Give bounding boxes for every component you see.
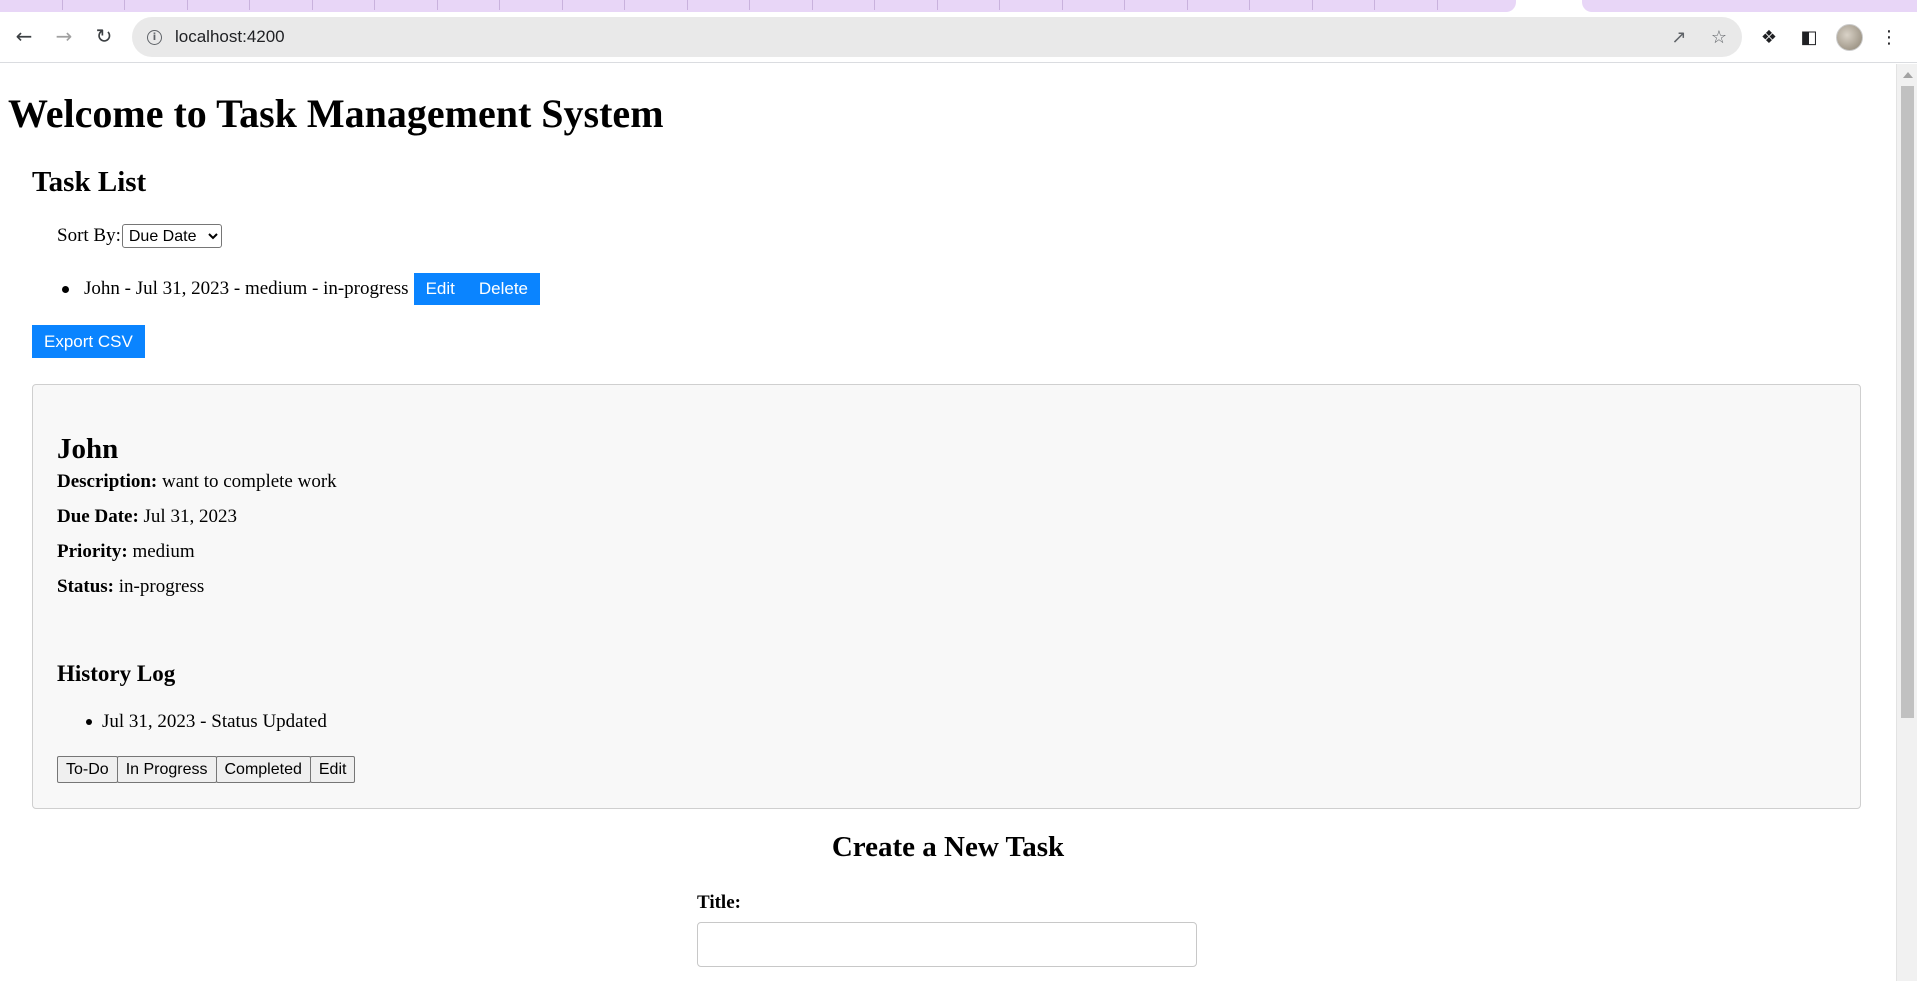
export-csv-button[interactable]: Export CSV <box>32 325 145 358</box>
task-detail-name: John <box>57 433 119 465</box>
task-list-heading: Task List <box>32 166 147 198</box>
tab-strip-background <box>0 0 1516 12</box>
task-list: John - Jul 31, 2023 - medium - in-progre… <box>60 273 540 305</box>
task-details-card: John Description: want to complete work … <box>32 384 1861 809</box>
page-scrollbar[interactable] <box>1896 64 1917 981</box>
page-content: Welcome to Task Management System Task L… <box>0 64 1896 981</box>
status-value: in-progress <box>118 576 205 597</box>
history-log-list: Jul 31, 2023 - Status Updated <box>57 711 327 733</box>
history-item-text: Jul 31, 2023 - Status Updated <box>102 711 327 732</box>
history-log-heading: History Log <box>57 661 176 686</box>
sort-control: Sort By: Due Date <box>57 224 222 248</box>
due-date-field: Due Date: Jul 31, 2023 <box>57 506 237 528</box>
task-summary: John - Jul 31, 2023 - medium - in-progre… <box>84 278 409 299</box>
browser-toolbar: ← → ↻ i localhost:4200 ↗ ☆ ❖ ◧ ⋮ <box>0 12 1917 63</box>
menu-kebab-icon[interactable]: ⋮ <box>1876 24 1902 50</box>
due-date-label: Due Date: <box>57 506 139 527</box>
create-task-heading: Create a New Task <box>831 831 1065 863</box>
site-info-icon[interactable]: i <box>147 30 162 45</box>
scroll-up-arrow-icon[interactable] <box>1903 72 1913 78</box>
status-label: Status: <box>57 576 115 597</box>
due-date-value: Jul 31, 2023 <box>143 506 237 527</box>
description-value: want to complete work <box>162 471 337 492</box>
bullet-icon <box>62 285 69 293</box>
profile-avatar[interactable] <box>1836 24 1863 51</box>
tab-strip <box>0 0 1917 12</box>
reload-icon[interactable]: ↻ <box>90 22 118 50</box>
sort-select[interactable]: Due Date <box>121 224 222 248</box>
scrollbar-thumb[interactable] <box>1901 86 1914 718</box>
description-label: Description: <box>57 471 158 492</box>
priority-value: medium <box>132 541 195 562</box>
in-progress-button[interactable]: In Progress <box>116 756 217 783</box>
todo-button[interactable]: To-Do <box>57 756 118 783</box>
side-panel-icon[interactable]: ◧ <box>1796 24 1822 50</box>
title-label: Title: <box>697 892 741 913</box>
address-bar[interactable]: i localhost:4200 ↗ ☆ <box>132 17 1742 57</box>
share-icon[interactable]: ↗ <box>1667 25 1691 49</box>
status-button-group: To-Do In Progress Completed Edit <box>57 756 356 783</box>
priority-label: Priority: <box>57 541 128 562</box>
sort-label: Sort By: <box>57 225 121 246</box>
delete-task-button[interactable]: Delete <box>466 273 540 305</box>
edit-details-button[interactable]: Edit <box>309 756 356 783</box>
forward-arrow-icon[interactable]: → <box>50 22 78 50</box>
list-item[interactable]: John - Jul 31, 2023 - medium - in-progre… <box>60 273 540 305</box>
title-input[interactable] <box>697 922 1197 967</box>
completed-button[interactable]: Completed <box>215 756 311 783</box>
bullet-icon <box>86 719 92 725</box>
priority-field: Priority: medium <box>57 541 195 563</box>
history-item: Jul 31, 2023 - Status Updated <box>57 711 327 733</box>
status-field: Status: in-progress <box>57 576 204 598</box>
bookmark-star-icon[interactable]: ☆ <box>1707 25 1731 49</box>
back-arrow-icon[interactable]: ← <box>10 22 38 50</box>
edit-task-button[interactable]: Edit <box>413 273 467 305</box>
tab-strip-right <box>1582 0 1917 12</box>
extensions-puzzle-icon[interactable]: ❖ <box>1756 24 1782 50</box>
url-text: localhost:4200 <box>175 27 285 46</box>
description-field: Description: want to complete work <box>57 471 337 493</box>
page-title: Welcome to Task Management System <box>8 91 664 136</box>
